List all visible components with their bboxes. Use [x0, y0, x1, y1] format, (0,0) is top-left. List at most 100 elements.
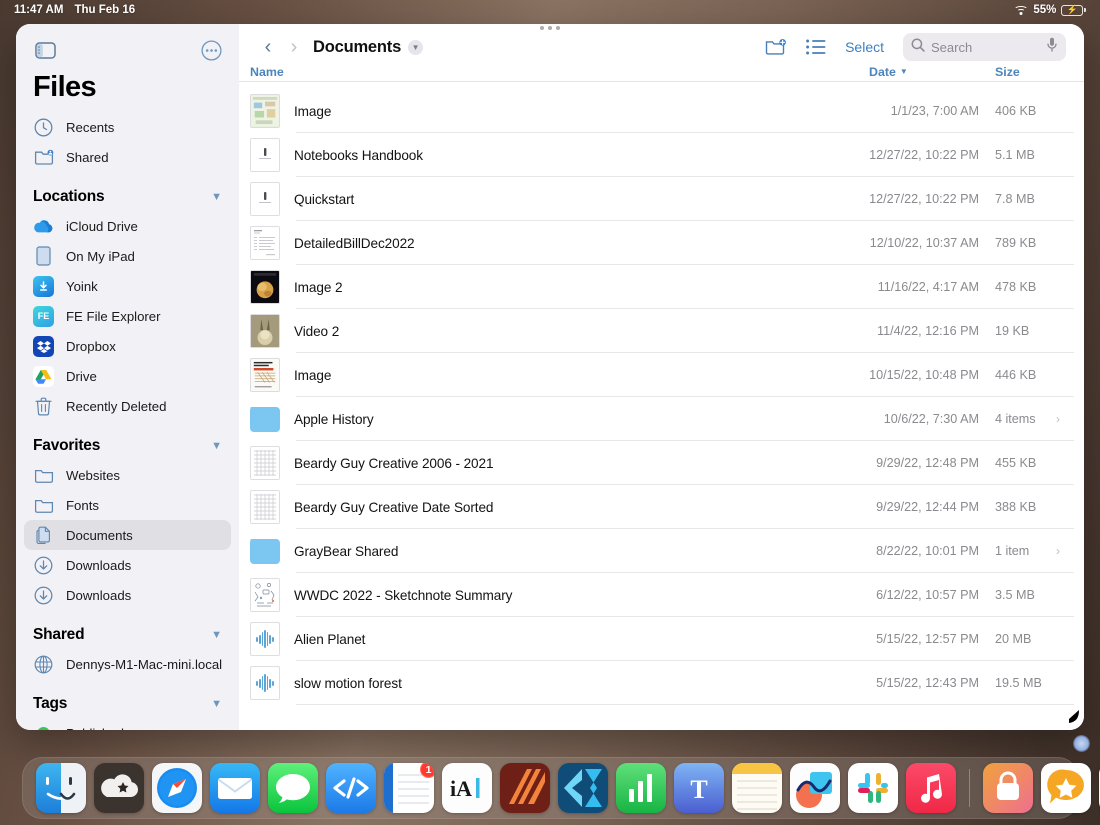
- sidebar-item-label: Documents: [66, 528, 133, 543]
- fe-file-explorer-app-icon: FE: [33, 306, 54, 327]
- sidebar-section-title: Favorites: [33, 437, 100, 455]
- file-size: 446 KB: [995, 368, 1036, 382]
- file-date: 10/6/22, 7:30 AM: [869, 412, 979, 426]
- pointer-cursor-icon: [1064, 707, 1084, 731]
- file-date: 12/10/22, 10:37 AM: [869, 236, 979, 250]
- sidebar-section-favorites[interactable]: Favorites ▼: [16, 421, 239, 460]
- breadcrumb[interactable]: Documents: [313, 38, 401, 57]
- shortcuts-app-icon[interactable]: [983, 763, 1033, 813]
- sidebar-item-fe-file-explorer[interactable]: FE FE File Explorer: [24, 301, 231, 331]
- sidebar-item-yoink[interactable]: Yoink: [24, 271, 231, 301]
- file-list[interactable]: Image1/1/23, 7:00 AM406 KBNotebooks Hand…: [239, 89, 1084, 730]
- sidebar-item-icloud-drive[interactable]: iCloud Drive: [24, 211, 231, 241]
- table-row[interactable]: Apple History 10/6/22, 7:30 AM 4 items ›: [239, 397, 1084, 441]
- green-tag-dot-icon: [33, 723, 54, 731]
- sidebar-item-tag-published[interactable]: Published: [24, 718, 231, 730]
- more-ellipsis-circle-icon[interactable]: [199, 38, 223, 62]
- affinity-designer-app-icon[interactable]: [558, 763, 608, 813]
- document-thumb: [250, 138, 280, 172]
- sidebar-item-recents[interactable]: Recents: [24, 112, 231, 142]
- chevron-down-icon[interactable]: ▼: [211, 698, 222, 710]
- sketchnote-thumb: [250, 578, 280, 612]
- notebooks-app-icon[interactable]: 1: [384, 763, 434, 813]
- table-row[interactable]: slow motion forest5/15/22, 12:43 PM19.5 …: [239, 661, 1084, 705]
- cloud-star-app-icon[interactable]: [94, 763, 144, 813]
- sidebar-item-downloads-2[interactable]: Downloads: [24, 580, 231, 610]
- folder-thumb: [250, 407, 280, 432]
- table-row[interactable]: WWDC 2022 - Sketchnote Summary6/12/22, 1…: [239, 573, 1084, 617]
- svg-text:T: T: [690, 775, 707, 804]
- table-row[interactable]: Notebooks Handbook12/27/22, 10:22 PM5.1 …: [239, 133, 1084, 177]
- file-size: 4 items: [995, 412, 1036, 426]
- ia-writer-app-icon[interactable]: iA: [442, 763, 492, 813]
- multitask-ellipsis-icon[interactable]: [522, 19, 578, 37]
- table-row[interactable]: DetailedBillDec202212/10/22, 10:37 AM789…: [239, 221, 1084, 265]
- file-name: Apple History: [294, 412, 374, 427]
- table-row[interactable]: GrayBear Shared8/22/22, 10:01 PM1 item›: [239, 529, 1084, 573]
- table-row[interactable]: Quickstart12/27/22, 10:22 PM7.8 MB: [239, 177, 1084, 221]
- audio-waveform-thumb: [250, 666, 280, 700]
- chevron-right-icon[interactable]: ›: [1056, 544, 1060, 558]
- sidebar-item-dennys-mac-mini[interactable]: Dennys-M1-Mac-mini.local: [24, 649, 231, 679]
- sidebar-item-on-my-ipad[interactable]: On My iPad: [24, 241, 231, 271]
- notes-app-icon[interactable]: [732, 763, 782, 813]
- mail-app-icon[interactable]: [210, 763, 260, 813]
- music-app-icon[interactable]: [906, 763, 956, 813]
- sidebar-item-drive[interactable]: Drive: [24, 361, 231, 391]
- freeform-app-icon[interactable]: [790, 763, 840, 813]
- sidebar-item-documents[interactable]: Documents: [24, 520, 231, 550]
- chevron-down-icon[interactable]: ▼: [211, 191, 222, 203]
- table-row[interactable]: Alien Planet5/15/22, 12:57 PM20 MB: [239, 617, 1084, 661]
- select-button[interactable]: Select: [845, 39, 884, 55]
- sidebar-item-label: Recently Deleted: [66, 399, 166, 414]
- messages-app-icon[interactable]: [268, 763, 318, 813]
- safari-app-icon[interactable]: [152, 763, 202, 813]
- star-bubble-app-icon[interactable]: [1041, 763, 1091, 813]
- sidebar-section-locations[interactable]: Locations ▼: [16, 172, 239, 211]
- finder-app-icon[interactable]: [36, 763, 86, 813]
- clock-icon: [33, 117, 54, 138]
- file-name: Beardy Guy Creative 2006 - 2021: [294, 456, 493, 471]
- sidebar-item-dropbox[interactable]: Dropbox: [24, 331, 231, 361]
- sidebar-item-recently-deleted[interactable]: Recently Deleted: [24, 391, 231, 421]
- chevron-down-circle-icon[interactable]: ▼: [408, 40, 423, 55]
- table-row[interactable]: Beardy Guy Creative 2006 - 20219/29/22, …: [239, 441, 1084, 485]
- sidebar-section-shared[interactable]: Shared ▼: [16, 610, 239, 649]
- sidebar-item-shared[interactable]: Shared: [24, 142, 231, 172]
- chevron-down-icon[interactable]: ▼: [211, 440, 222, 452]
- file-date: 10/15/22, 10:48 PM: [869, 368, 979, 382]
- microphone-icon[interactable]: [1046, 37, 1058, 57]
- sidebar-toggle-icon[interactable]: [33, 38, 57, 62]
- dock-separator: [969, 769, 970, 807]
- chevron-right-icon[interactable]: ›: [1056, 412, 1060, 426]
- file-size: 406 KB: [995, 104, 1036, 118]
- file-size: 3.5 MB: [995, 588, 1035, 602]
- table-row[interactable]: Image 211/16/22, 4:17 AM478 KB: [239, 265, 1084, 309]
- sidebar-item-label: Downloads: [66, 558, 131, 573]
- sidebar-item-label: Recents: [66, 120, 114, 135]
- new-shared-folder-icon[interactable]: [765, 38, 787, 57]
- column-header-name[interactable]: Name: [250, 65, 284, 79]
- numbers-app-icon[interactable]: [616, 763, 666, 813]
- table-row[interactable]: Beardy Guy Creative Date Sorted9/29/22, …: [239, 485, 1084, 529]
- column-header-size[interactable]: Size: [995, 65, 1020, 79]
- sidebar-item-label: Dennys-M1-Mac-mini.local: [66, 657, 222, 672]
- sidebar-item-fonts[interactable]: Fonts: [24, 490, 231, 520]
- affinity-photo-app-icon[interactable]: [500, 763, 550, 813]
- sidebar-item-label: On My iPad: [66, 249, 135, 264]
- code-app-icon[interactable]: [326, 763, 376, 813]
- table-row[interactable]: Image1/1/23, 7:00 AM406 KB: [239, 89, 1084, 133]
- sidebar-section-tags[interactable]: Tags ▼: [16, 679, 239, 718]
- slack-app-icon[interactable]: [848, 763, 898, 813]
- column-header-date[interactable]: Date ▼: [869, 65, 908, 79]
- table-row[interactable]: Image 10/15/22, 10:48 PM 446 KB: [239, 353, 1084, 397]
- chevron-down-icon[interactable]: ▼: [211, 629, 222, 641]
- sidebar-item-downloads-1[interactable]: Downloads: [24, 550, 231, 580]
- textastic-app-icon[interactable]: T: [674, 763, 724, 813]
- sidebar-item-websites[interactable]: Websites: [24, 460, 231, 490]
- list-view-icon[interactable]: [806, 39, 826, 55]
- table-row[interactable]: Video 211/4/22, 12:16 PM19 KB: [239, 309, 1084, 353]
- wifi-icon: [1013, 5, 1028, 16]
- file-name: Video 2: [294, 324, 339, 339]
- file-name: Image: [294, 368, 331, 383]
